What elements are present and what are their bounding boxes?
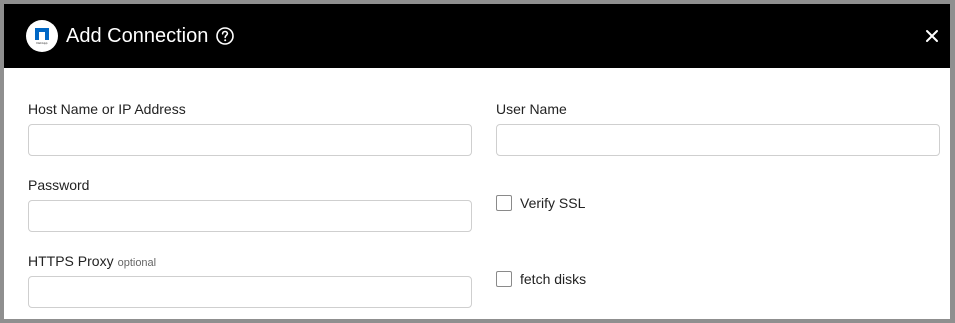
host-input[interactable]: [28, 124, 472, 156]
host-label: Host Name or IP Address: [28, 101, 186, 117]
username-label: User Name: [496, 101, 567, 117]
netapp-logo-icon: [35, 28, 49, 40]
verify-ssl-checkbox[interactable]: [496, 195, 512, 211]
netapp-logo: NetApp: [26, 20, 58, 52]
fetch-disks-label[interactable]: fetch disks: [520, 270, 586, 288]
close-button[interactable]: [922, 26, 942, 46]
help-circle-icon[interactable]: [215, 26, 235, 46]
verify-ssl-label[interactable]: Verify SSL: [520, 194, 585, 212]
password-input[interactable]: [28, 200, 472, 232]
dialog-title: Add Connection: [66, 25, 209, 47]
https-proxy-input[interactable]: [28, 276, 472, 308]
close-icon: [926, 30, 938, 42]
add-connection-dialog: NetApp Add Connection Host Name or IP Ad…: [4, 4, 950, 319]
logo-text: NetApp: [36, 41, 48, 45]
https-proxy-label: HTTPS Proxy: [28, 253, 114, 269]
password-label: Password: [28, 177, 90, 193]
https-proxy-label-row: HTTPS Proxy optional: [28, 252, 156, 272]
dialog-header: NetApp Add Connection: [4, 4, 950, 68]
username-input[interactable]: [496, 124, 940, 156]
optional-tag: optional: [117, 257, 157, 269]
fetch-disks-checkbox[interactable]: [496, 271, 512, 287]
